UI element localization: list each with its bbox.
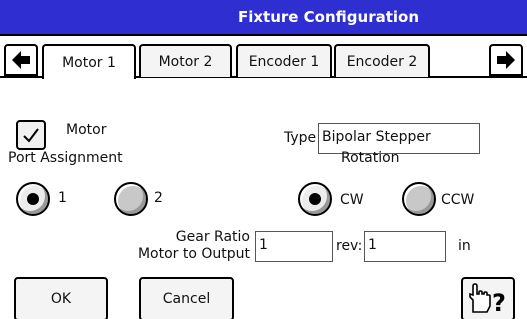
tab-scroll-right-button[interactable]: [489, 44, 523, 76]
gear-ratio-line1: Gear Ratio: [175, 229, 250, 245]
rotation-ccw-radio[interactable]: [402, 182, 436, 216]
pointing-hand-question-icon: ?: [469, 283, 506, 316]
cancel-button-label: Cancel: [162, 291, 211, 307]
tab-motor-1[interactable]: Motor 1: [42, 44, 136, 81]
port-1-radio[interactable]: [16, 182, 50, 216]
left-arrow-icon: [12, 51, 30, 69]
checkmark-icon: [23, 128, 39, 143]
tab-encoder-1[interactable]: Encoder 1: [236, 44, 332, 77]
window-title: Fixture Configuration: [237, 8, 420, 26]
context-help-button[interactable]: ?: [461, 277, 515, 319]
tab-encoder-2[interactable]: Encoder 2: [334, 44, 430, 77]
svg-text:?: ?: [492, 289, 506, 316]
rotation-cw-radio[interactable]: [298, 182, 332, 216]
motor-checkbox[interactable]: [16, 120, 46, 150]
tab-label: Encoder 2: [346, 53, 418, 70]
ok-button-label: OK: [50, 291, 72, 307]
port-assignment-heading: Port Assignment: [8, 150, 123, 166]
rotation-ccw-label: CCW: [441, 192, 475, 208]
motor-checkbox-label: Motor: [66, 122, 107, 138]
type-label: Type: [284, 130, 317, 146]
gear-ratio-line2: Motor to Output: [137, 246, 250, 262]
tab-label: Motor 2: [158, 53, 213, 70]
tab-label: Motor 1: [62, 54, 116, 71]
gear-ratio-field[interactable]: 1: [255, 231, 333, 262]
rev-label: rev:: [336, 238, 363, 254]
radio-dot: [309, 193, 321, 205]
radio-dot: [27, 193, 39, 205]
port-2-label: 2: [154, 190, 163, 206]
gear-ratio-label: Gear Ratio Motor to Output: [128, 229, 250, 263]
title-bar: Fixture Configuration: [0, 0, 527, 36]
rotation-heading: Rotation: [341, 150, 400, 166]
cancel-button[interactable]: Cancel: [139, 277, 234, 319]
right-arrow-icon: [497, 51, 515, 69]
fixture-configuration-window: Fixture Configuration Motor 1 Motor 2 En…: [0, 0, 527, 319]
tab-scroll-left-button[interactable]: [4, 44, 38, 76]
port-1-label: 1: [58, 190, 67, 206]
ok-button[interactable]: OK: [14, 277, 108, 319]
unit-label: in: [458, 238, 471, 254]
rotation-cw-label: CW: [340, 192, 364, 208]
port-2-radio[interactable]: [114, 182, 148, 216]
tab-motor-2[interactable]: Motor 2: [139, 44, 232, 77]
rev-field[interactable]: 1: [364, 231, 446, 262]
tab-label: Encoder 1: [248, 53, 320, 70]
